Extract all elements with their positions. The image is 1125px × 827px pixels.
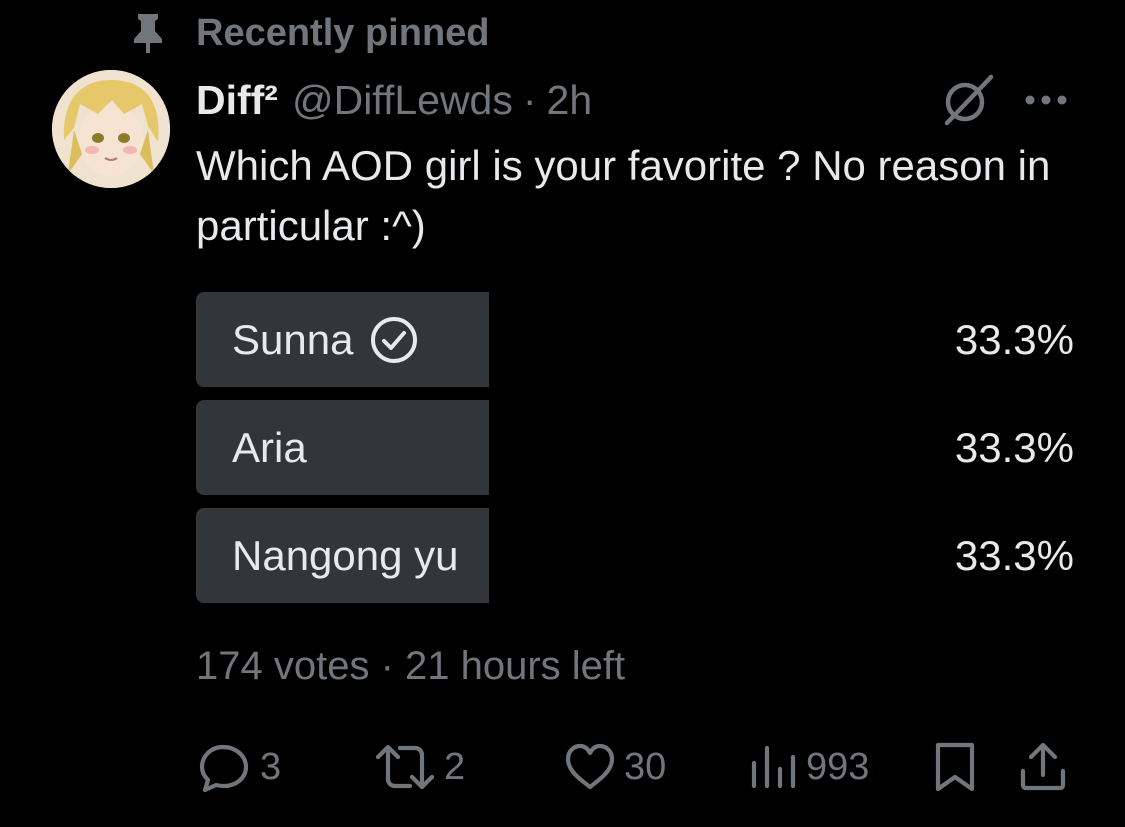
- bookmark-icon: [932, 739, 978, 795]
- views-count: 993: [806, 745, 870, 788]
- reply-icon: [196, 739, 252, 795]
- repost-count: 2: [444, 745, 466, 788]
- views-icon: [748, 739, 798, 795]
- grok-icon[interactable]: [939, 71, 997, 129]
- user-handle[interactable]: @DiffLewds: [292, 77, 513, 124]
- header-actions: [939, 74, 1069, 126]
- check-circle-icon: [369, 315, 419, 365]
- poll-option: Sunna 33.3%: [196, 292, 1076, 387]
- poll-option-percent: 33.3%: [954, 531, 1074, 579]
- poll-option-text: Nangong yu: [232, 531, 459, 579]
- repost-button[interactable]: 2: [374, 737, 465, 797]
- poll-option: Nangong yu 33.3%: [196, 508, 1076, 603]
- pinned-label: Recently pinned: [196, 11, 490, 54]
- repost-icon: [374, 739, 436, 795]
- share-icon: [1018, 739, 1068, 795]
- poll-option-label: Nangong yu: [232, 508, 459, 603]
- pin-icon: [130, 12, 166, 54]
- poll-option-text: Aria: [232, 423, 307, 471]
- poll-option-label: Aria: [232, 400, 307, 495]
- reply-button[interactable]: 3: [196, 737, 281, 797]
- tweet-text: Which AOD girl is your favorite ? No rea…: [196, 142, 1051, 249]
- pinned-indicator: Recently pinned: [130, 10, 490, 56]
- poll-option-text: Sunna: [232, 315, 354, 363]
- separator: ·: [522, 76, 537, 123]
- poll-option: Aria 33.3%: [196, 400, 1076, 495]
- heart-icon: [564, 739, 616, 795]
- avatar[interactable]: [52, 70, 170, 188]
- poll-option-label: Sunna: [232, 292, 419, 387]
- display-name[interactable]: Diff²: [196, 77, 278, 124]
- poll-option-percent: 33.3%: [954, 315, 1074, 363]
- action-bar: 3 2 30 993: [196, 737, 1076, 797]
- views-button[interactable]: 993: [748, 737, 869, 797]
- like-button[interactable]: 30: [564, 737, 666, 797]
- poll-option-percent: 33.3%: [954, 423, 1074, 471]
- poll: Sunna 33.3% Aria 33.3% Nangong yu 33.3%: [196, 292, 1076, 616]
- like-count: 30: [624, 745, 667, 788]
- tweet-header: Diff² @DiffLewds · 2h: [196, 74, 592, 126]
- poll-footer: 174 votes · 21 hours left: [196, 644, 626, 688]
- timestamp[interactable]: 2h: [547, 77, 593, 124]
- more-icon[interactable]: [1023, 90, 1069, 110]
- bookmark-button[interactable]: [932, 737, 978, 797]
- reply-count: 3: [260, 745, 282, 788]
- share-button[interactable]: [1018, 737, 1068, 797]
